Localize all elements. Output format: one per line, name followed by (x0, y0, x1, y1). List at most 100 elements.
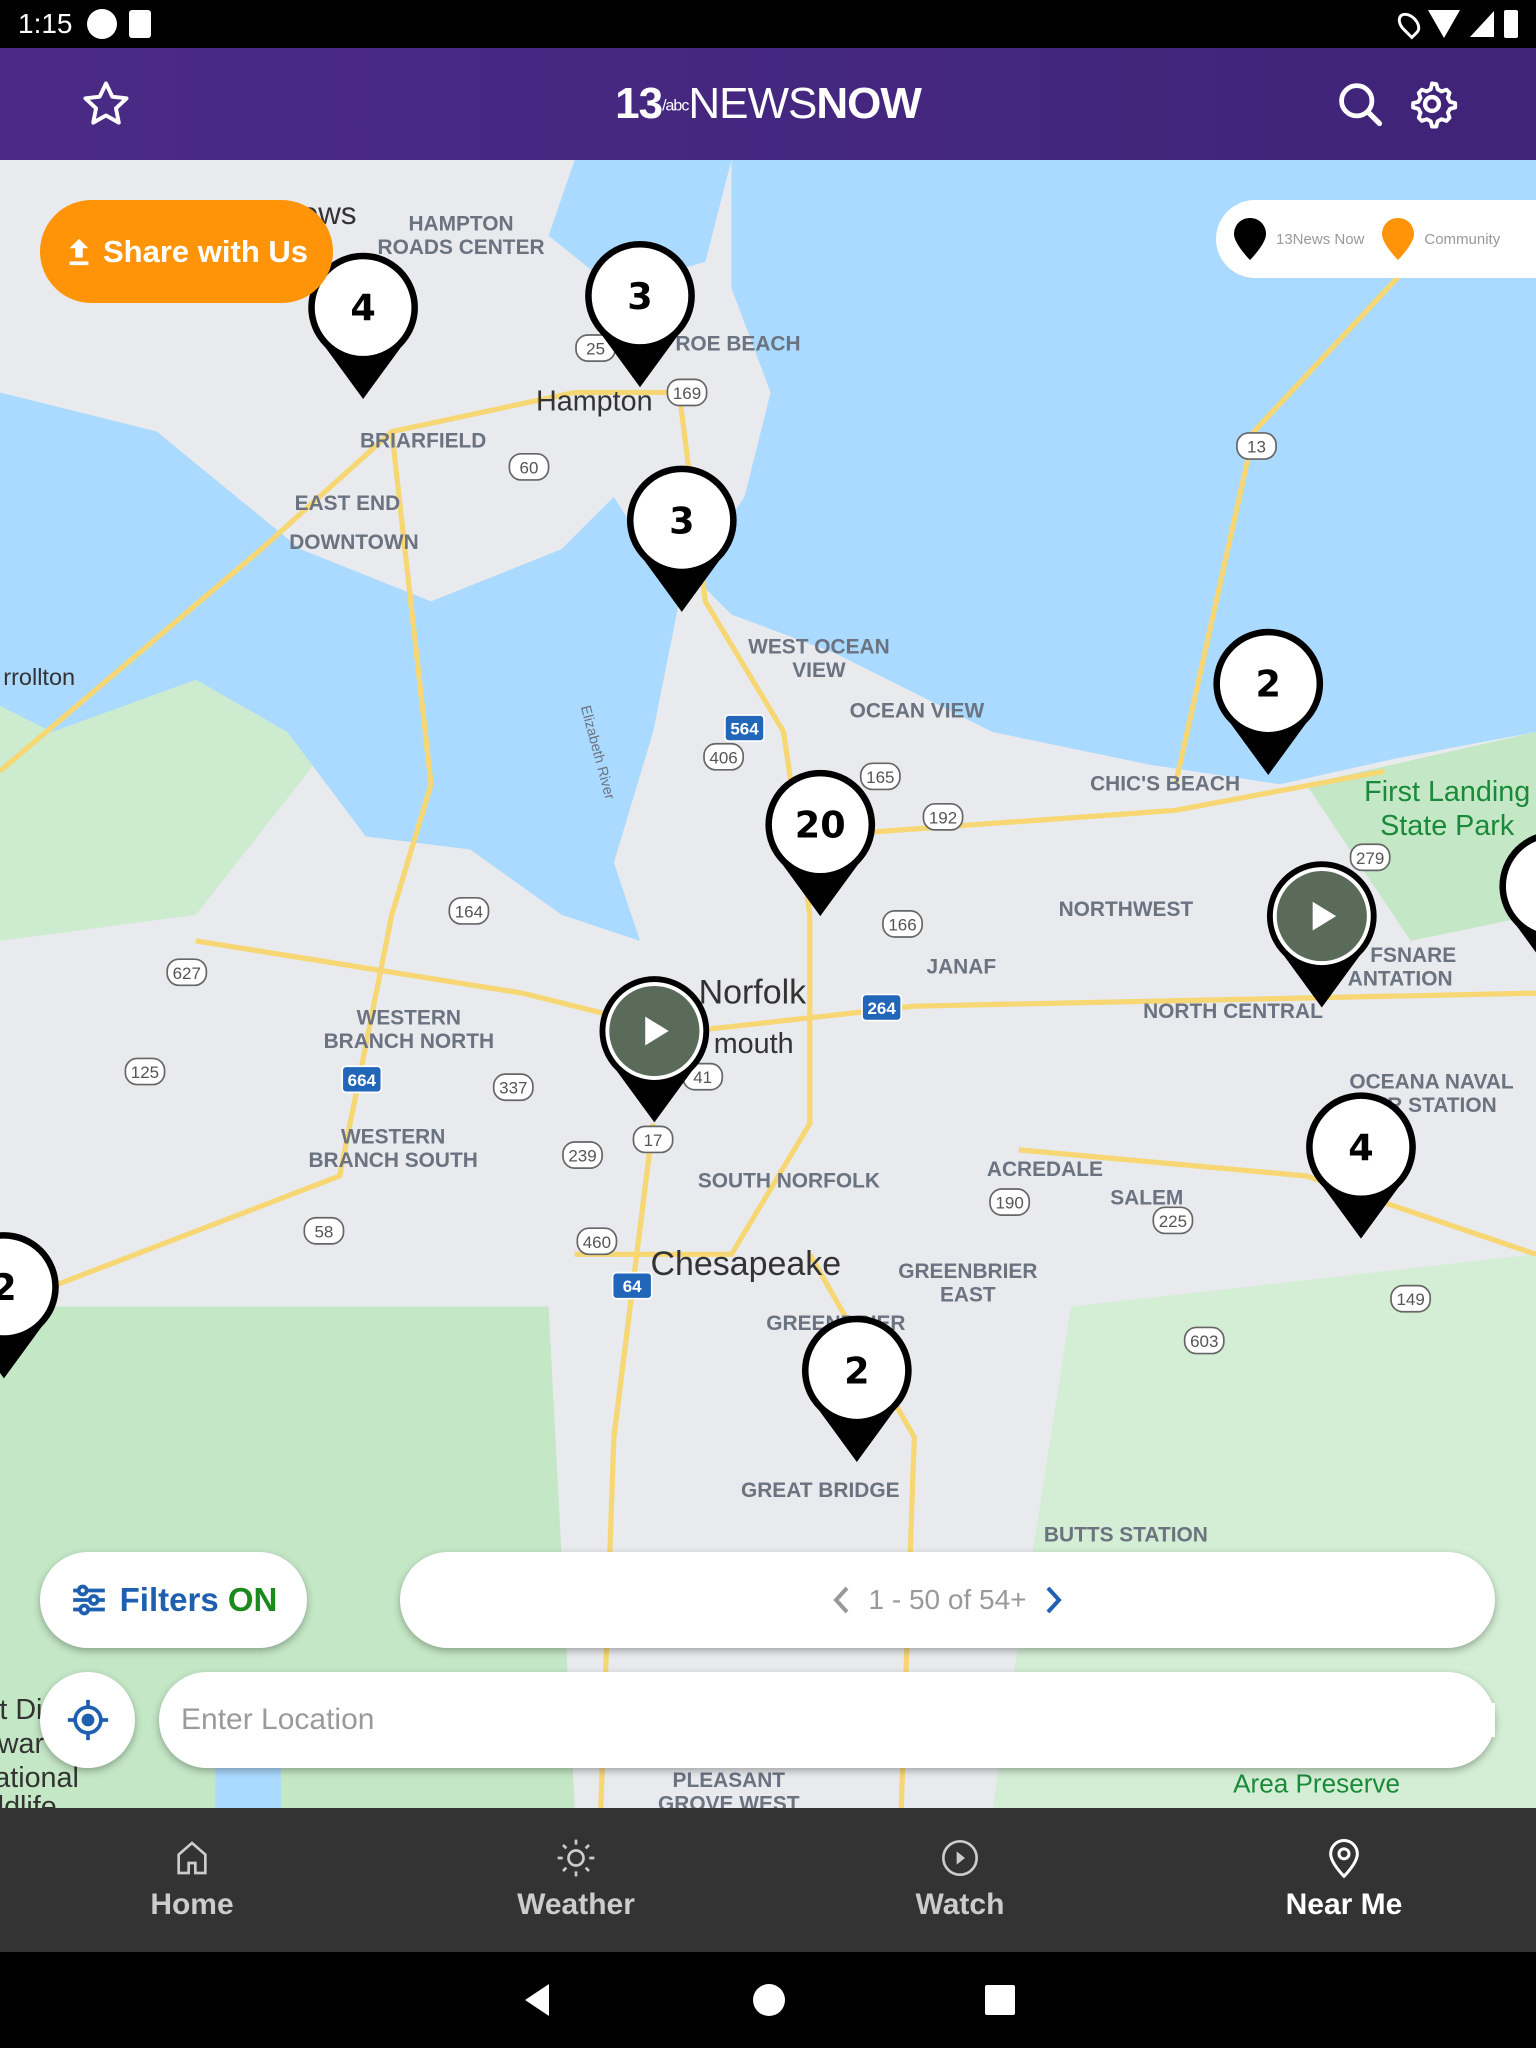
previous-page-icon[interactable] (832, 1585, 850, 1615)
recents-square-icon[interactable] (985, 1985, 1015, 2015)
results-pager: 1 - 50 of 54+ (400, 1552, 1495, 1648)
signal-icon (1470, 11, 1494, 37)
search-icon[interactable] (1334, 78, 1386, 130)
svg-text:627: 627 (173, 964, 201, 983)
svg-text:603: 603 (1190, 1332, 1218, 1351)
route-shield: 64 (611, 1271, 653, 1300)
svg-text:192: 192 (929, 808, 957, 827)
map-label: ational (0, 1762, 79, 1794)
svg-text:58: 58 (314, 1222, 333, 1241)
share-with-us-button[interactable]: Share with Us (40, 200, 333, 303)
route-shield: 190 (989, 1188, 1031, 1216)
map-label: EAST END (295, 492, 401, 515)
map-label: OCEAN VIEW (850, 700, 985, 723)
route-shield: 406 (703, 742, 745, 771)
location-status-icon (1393, 8, 1425, 40)
nav-near-me[interactable]: Near Me (1152, 1808, 1536, 1952)
route-shield: 337 (492, 1073, 534, 1102)
nav-watch[interactable]: Watch (768, 1808, 1152, 1952)
route-shield: 149 (1390, 1284, 1432, 1313)
legend-label-community: Community (1424, 230, 1501, 248)
filter-sliders-icon (72, 1584, 105, 1616)
status-bar: 1:15 (0, 0, 1536, 48)
map-label: EAST (940, 1283, 996, 1306)
bottom-nav: Home Weather Watch Near Me (0, 1808, 1536, 1952)
map-label: WESTERN (357, 1006, 461, 1029)
map-label: rrollton (3, 664, 75, 690)
filters-label: Filters (119, 1581, 219, 1618)
filters-button[interactable]: Filters ON (40, 1552, 307, 1648)
cluster-count: 2 (1256, 663, 1281, 706)
svg-text:125: 125 (131, 1063, 159, 1082)
svg-text:564: 564 (730, 720, 759, 739)
location-input[interactable] (181, 1703, 1495, 1737)
svg-text:25: 25 (586, 340, 605, 359)
notification-icon (86, 9, 117, 39)
upload-icon (69, 238, 89, 265)
svg-text:149: 149 (1396, 1290, 1424, 1309)
svg-text:225: 225 (1159, 1212, 1187, 1231)
map-label: OCEANA NAVAL (1349, 1070, 1514, 1093)
nav-weather-label: Weather (517, 1888, 635, 1921)
sun-icon (557, 1839, 595, 1877)
cluster-count: 3 (627, 275, 652, 318)
svg-text:190: 190 (995, 1194, 1023, 1213)
nav-home[interactable]: Home (0, 1808, 384, 1952)
nav-near-me-label: Near Me (1285, 1888, 1403, 1921)
route-shield: 166 (882, 910, 923, 938)
location-field[interactable] (159, 1672, 1495, 1768)
route-shield: 664 (341, 1065, 383, 1094)
map-label: Chesapeake (650, 1245, 841, 1283)
location-pin-icon (1329, 1839, 1359, 1878)
svg-text:166: 166 (888, 915, 916, 934)
sd-card-icon (128, 10, 151, 38)
home-circle-icon[interactable] (753, 1984, 785, 2016)
map-label: CHIC'S BEACH (1090, 773, 1240, 796)
nav-weather[interactable]: Weather (384, 1808, 768, 1952)
svg-text:239: 239 (568, 1147, 596, 1166)
map-legend: 13News Now Community (1216, 200, 1536, 278)
map-label: NORTH CENTRAL (1143, 1000, 1323, 1023)
community-pin-icon (1382, 218, 1415, 260)
route-shield: 225 (1152, 1206, 1194, 1235)
next-page-icon[interactable] (1045, 1585, 1063, 1615)
map-label: ROE BEACH (675, 333, 800, 356)
map-label: SALEM (1110, 1187, 1183, 1210)
svg-text:41: 41 (693, 1068, 712, 1087)
map-label: BRANCH SOUTH (308, 1149, 477, 1172)
map-label: Area Preserve (1233, 1768, 1400, 1798)
my-location-button[interactable] (40, 1672, 135, 1768)
route-shield: 164 (448, 896, 490, 925)
svg-text:664: 664 (348, 1071, 377, 1090)
cluster-count: 4 (1348, 1126, 1373, 1169)
map-label: war (0, 1728, 44, 1760)
cluster-count: 2 (0, 1266, 17, 1309)
route-shield: 279 (1349, 843, 1391, 872)
settings-gear-icon[interactable] (1406, 78, 1458, 130)
map-label: WEST OCEAN (748, 636, 890, 659)
svg-text:13: 13 (1247, 438, 1266, 457)
nav-watch-label: Watch (915, 1888, 1005, 1921)
map-label: JANAF (927, 956, 997, 979)
cluster-count: 3 (669, 499, 694, 542)
favorite-star-icon[interactable] (80, 78, 132, 130)
13news-pin-icon (1234, 218, 1266, 260)
map-label: First Landing (1364, 776, 1530, 808)
home-icon (177, 1841, 207, 1875)
svg-text:406: 406 (709, 748, 737, 767)
route-shield: 125 (124, 1057, 166, 1086)
route-shield: 13 (1236, 432, 1277, 460)
svg-text:17: 17 (644, 1131, 663, 1150)
crosshair-location-icon (67, 1699, 108, 1741)
svg-text:460: 460 (583, 1233, 611, 1252)
route-shield: 169 (666, 378, 708, 407)
svg-text:64: 64 (623, 1277, 642, 1296)
route-shield: 460 (576, 1227, 618, 1256)
map-label: DOWNTOWN (289, 531, 418, 554)
svg-text:264: 264 (867, 999, 896, 1018)
svg-text:60: 60 (520, 458, 539, 477)
route-shield: 239 (562, 1141, 603, 1169)
svg-text:165: 165 (866, 768, 894, 787)
app-logo: 13/abcNEWSNOW (615, 79, 922, 128)
back-icon[interactable] (521, 1982, 553, 2018)
